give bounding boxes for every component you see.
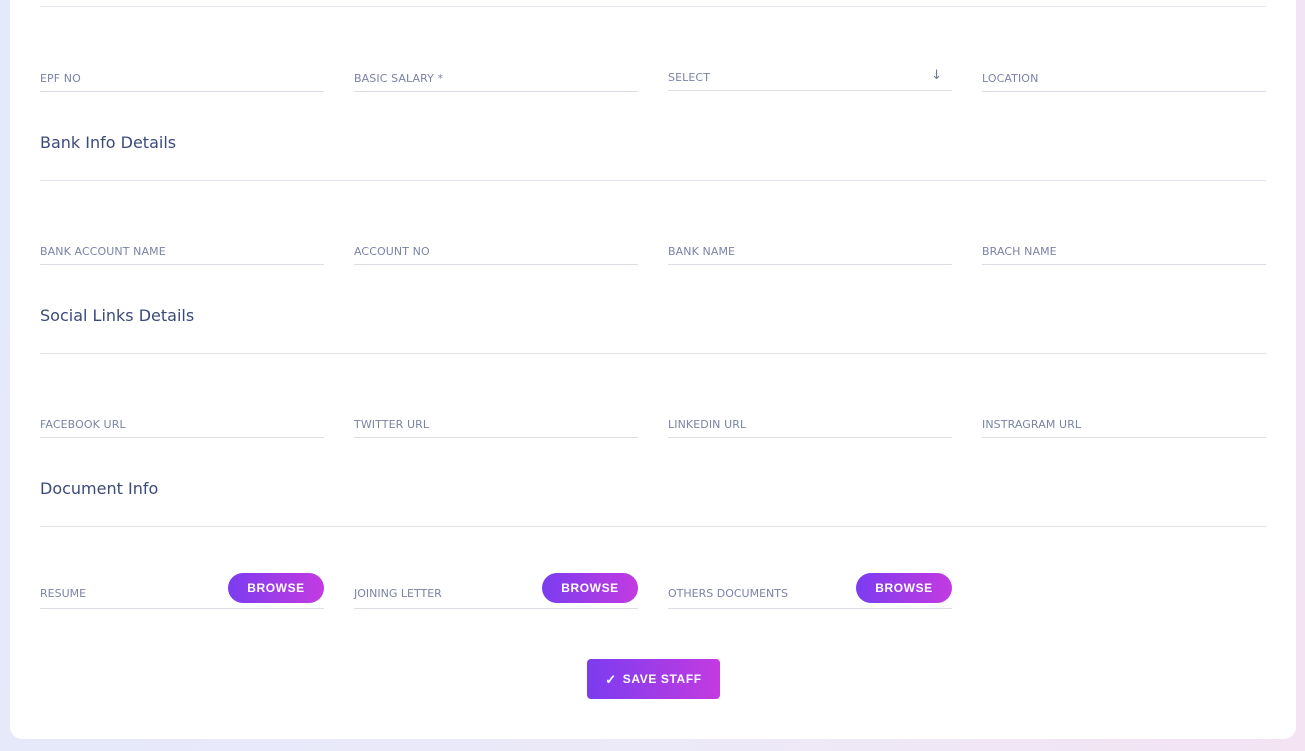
others-documents-browse-button[interactable]: BROWSE xyxy=(856,573,952,603)
bank-account-name-label: BANK ACCOUNT NAME xyxy=(40,245,166,258)
instagram-url-label: INSTRAGRAM URL xyxy=(982,418,1082,431)
facebook-url-field[interactable]: FACEBOOK URL xyxy=(40,408,324,438)
twitter-url-field[interactable]: TWITTER URL xyxy=(354,408,638,438)
check-icon: ✓ xyxy=(605,671,617,687)
social-section-divider xyxy=(40,353,1266,354)
branch-name-field[interactable]: BRACH NAME xyxy=(982,235,1266,265)
bank-section-divider xyxy=(40,180,1266,181)
save-staff-label: SAVE STAFF xyxy=(622,672,702,686)
resume-browse-button[interactable]: BROWSE xyxy=(228,573,324,603)
document-section-divider xyxy=(40,526,1266,527)
epf-no-label: EPF NO xyxy=(40,72,81,85)
basic-salary-field[interactable]: BASIC SALARY * xyxy=(354,62,638,92)
location-field[interactable]: LOCATION xyxy=(982,62,1266,92)
joining-letter-label: JOINING LETTER xyxy=(354,587,442,600)
bank-account-name-field[interactable]: BANK ACCOUNT NAME xyxy=(40,235,324,265)
facebook-url-label: FACEBOOK URL xyxy=(40,418,126,431)
employment-row: EPF NO BASIC SALARY * SELECT ↓ LOCATION xyxy=(40,62,1266,92)
select-dropdown[interactable]: SELECT ↓ xyxy=(668,62,952,91)
linkedin-url-field[interactable]: LINKEDIN URL xyxy=(668,408,952,438)
location-label: LOCATION xyxy=(982,72,1039,85)
divider xyxy=(40,6,1266,7)
bank-name-field[interactable]: BANK NAME xyxy=(668,235,952,265)
account-no-label: ACCOUNT NO xyxy=(354,245,430,258)
bank-section-title: Bank Info Details xyxy=(40,133,177,152)
resume-label: RESUME xyxy=(40,587,87,600)
others-documents-field: OTHERS DOCUMENTS BROWSE xyxy=(668,573,952,609)
others-documents-label: OTHERS DOCUMENTS xyxy=(668,587,788,600)
document-section-title: Document Info xyxy=(40,479,159,498)
account-no-field[interactable]: ACCOUNT NO xyxy=(354,235,638,265)
staff-form-card: EPF NO BASIC SALARY * SELECT ↓ LOCATION … xyxy=(10,0,1296,739)
social-row: FACEBOOK URL TWITTER URL LINKEDIN URL IN… xyxy=(40,408,1266,438)
instagram-url-field[interactable]: INSTRAGRAM URL xyxy=(982,408,1266,438)
document-row: RESUME BROWSE JOINING LETTER BROWSE OTHE… xyxy=(40,573,1266,609)
bank-name-label: BANK NAME xyxy=(668,245,736,258)
basic-salary-label: BASIC SALARY * xyxy=(354,72,444,85)
social-section-title: Social Links Details xyxy=(40,306,195,325)
resume-field: RESUME BROWSE xyxy=(40,573,324,609)
arrow-down-icon: ↓ xyxy=(931,68,942,83)
branch-name-label: BRACH NAME xyxy=(982,245,1057,258)
bank-row: BANK ACCOUNT NAME ACCOUNT NO BANK NAME B… xyxy=(40,235,1266,265)
linkedin-url-label: LINKEDIN URL xyxy=(668,418,747,431)
save-staff-button[interactable]: ✓ SAVE STAFF xyxy=(587,659,720,699)
joining-letter-browse-button[interactable]: BROWSE xyxy=(542,573,638,603)
select-label: SELECT xyxy=(668,71,711,84)
epf-no-field[interactable]: EPF NO xyxy=(40,62,324,92)
twitter-url-label: TWITTER URL xyxy=(354,418,430,431)
joining-letter-field: JOINING LETTER BROWSE xyxy=(354,573,638,609)
